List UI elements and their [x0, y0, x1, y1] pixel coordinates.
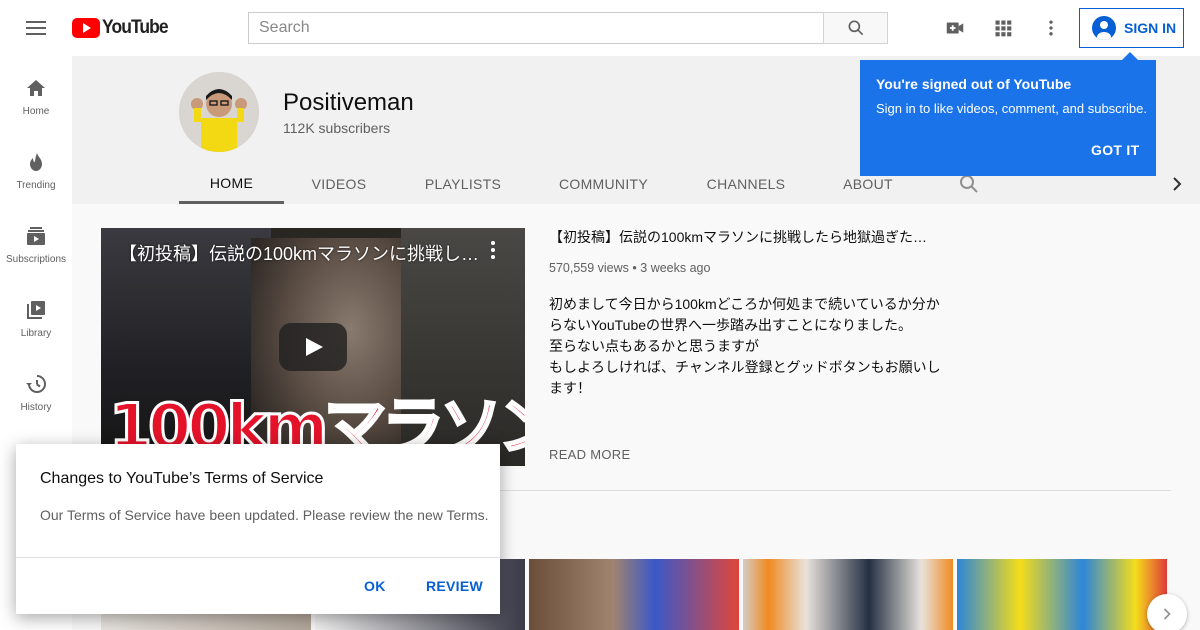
- upload-age: 3 weeks ago: [640, 261, 711, 275]
- featured-video-description: 初めまして今日から100kmどころか何処まで続いているか分か らないYouTub…: [549, 294, 949, 399]
- dialog-divider: [16, 557, 500, 558]
- apps-icon[interactable]: [991, 16, 1015, 40]
- terms-of-service-dialog: Changes to YouTube’s Terms of Service Ou…: [16, 444, 500, 614]
- read-more-button[interactable]: READ MORE: [549, 447, 630, 462]
- sidebar-item-library[interactable]: Library: [0, 278, 72, 352]
- description-line: らないYouTubeの世界へ一歩踏み出すことになりました。: [549, 317, 913, 333]
- featured-video-player[interactable]: 【初投稿】伝説の100kmマラソンに挑戦し… 100kmマラソン: [101, 228, 525, 466]
- channel-name: Positiveman: [283, 89, 414, 116]
- sidebar-item-label: Library: [20, 328, 52, 339]
- sidebar-item-label: History: [20, 402, 52, 413]
- got-it-button[interactable]: GOT IT: [1091, 142, 1139, 158]
- dialog-body: Our Terms of Service have been updated. …: [40, 507, 489, 523]
- video-thumbnail[interactable]: [529, 559, 739, 630]
- tab-home[interactable]: HOME: [179, 164, 284, 204]
- ok-button[interactable]: OK: [364, 578, 386, 594]
- description-line: 初めまして今日から100kmどころか何処まで続いているか分か: [549, 296, 940, 312]
- description-line: ます！: [549, 380, 591, 396]
- masthead: YouTube Search SIGN IN: [0, 0, 1200, 56]
- search-input[interactable]: Search: [248, 12, 824, 44]
- signed-out-tooltip: You're signed out of YouTube Sign in to …: [860, 52, 1156, 176]
- search-icon: [848, 20, 863, 36]
- trending-icon: [30, 153, 42, 171]
- description-line: もしよろしければ、チャンネル登録とグッドボタンもお願いし: [549, 359, 941, 375]
- more-vert-icon[interactable]: [487, 240, 499, 260]
- description-line: 至らない点もあるかと思うますが: [549, 338, 759, 354]
- review-button[interactable]: REVIEW: [426, 578, 483, 594]
- tooltip-title: You're signed out of YouTube: [876, 76, 1072, 92]
- tab-community[interactable]: COMMUNITY: [547, 164, 660, 204]
- channel-avatar[interactable]: [179, 72, 259, 152]
- more-vert-icon[interactable]: [1039, 16, 1063, 40]
- channel-avatar-image: [179, 72, 259, 152]
- create-video-icon[interactable]: [943, 16, 967, 40]
- play-button[interactable]: [279, 323, 347, 371]
- sidebar-item-label: Subscriptions: [5, 254, 67, 265]
- chevron-right-icon: [1163, 608, 1171, 620]
- tab-videos[interactable]: VIDEOS: [299, 164, 379, 204]
- home-icon: [27, 80, 45, 96]
- video-thumbnail[interactable]: [957, 559, 1167, 630]
- account-icon: [1092, 16, 1116, 40]
- sidebar-item-home[interactable]: Home: [0, 56, 72, 130]
- subscriptions-icon: [27, 227, 45, 245]
- sidebar-item-subscriptions[interactable]: Subscriptions: [0, 204, 72, 278]
- tab-playlists[interactable]: PLAYLISTS: [414, 164, 512, 204]
- sidebar-item-label: Trending: [16, 180, 56, 191]
- search-placeholder: Search: [259, 19, 310, 36]
- dialog-title: Changes to YouTube’s Terms of Service: [40, 470, 324, 487]
- sidebar-item-history[interactable]: History: [0, 352, 72, 426]
- tooltip-body: Sign in to like videos, comment, and sub…: [876, 101, 1147, 116]
- logo-text: YouTube: [102, 17, 169, 38]
- history-icon: [26, 375, 46, 393]
- search-button[interactable]: [823, 12, 888, 44]
- sidebar-item-trending[interactable]: Trending: [0, 130, 72, 204]
- youtube-play-logo-icon: [72, 18, 100, 38]
- sidebar-item-label: Home: [22, 106, 50, 117]
- chevron-right-icon[interactable]: [1165, 172, 1189, 196]
- meta-separator: •: [632, 261, 637, 275]
- featured-video-title[interactable]: 【初投稿】伝説の100kmマラソンに挑戦したら地獄過ぎた…: [549, 228, 949, 246]
- shelf-next-button[interactable]: [1147, 594, 1187, 630]
- player-title[interactable]: 【初投稿】伝説の100kmマラソンに挑戦し…: [119, 240, 489, 266]
- library-icon: [27, 301, 45, 319]
- subscriber-count: 112K subscribers: [283, 120, 391, 136]
- sign-in-button[interactable]: SIGN IN: [1079, 8, 1184, 48]
- sign-in-label: SIGN IN: [1124, 20, 1177, 36]
- youtube-logo[interactable]: YouTube: [72, 16, 173, 40]
- featured-video-meta: 570,559 views • 3 weeks ago: [549, 261, 710, 275]
- video-thumbnail[interactable]: [743, 559, 953, 630]
- tab-channels[interactable]: CHANNELS: [695, 164, 797, 204]
- menu-icon[interactable]: [24, 18, 48, 38]
- view-count: 570,559 views: [549, 261, 629, 275]
